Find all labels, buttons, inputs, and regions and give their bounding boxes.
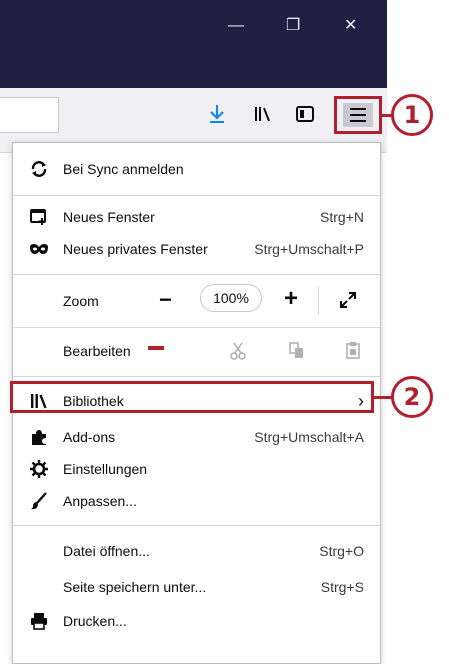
callout-1: 1 [391,94,433,136]
menu-item-sync[interactable]: Bei Sync anmelden [13,153,380,185]
copy-icon[interactable] [289,342,305,363]
menu-item-label: Drucken... [63,613,127,629]
shortcut-label: Strg+Umschalt+A [254,429,364,445]
library-highlight [10,381,374,413]
window-titlebar: — ❐ ✕ [0,0,387,88]
restore-button[interactable]: ❐ [286,18,300,34]
private-mask-icon [29,240,49,258]
menu-item-label: Bei Sync anmelden [63,161,184,177]
menu-separator [13,195,380,196]
zoom-label: Zoom [63,293,99,309]
menu-item-label: Datei öffnen... [63,543,150,559]
shortcut-label: Strg+O [319,543,364,559]
menu-item-private-window[interactable]: Neues privates Fenster Strg+Umschalt+P [13,233,380,265]
menu-item-new-window[interactable]: Neues Fenster Strg+N [13,201,380,233]
annotation-mark [148,346,164,350]
new-window-icon [29,208,49,226]
menu-item-label: Neues Fenster [63,209,155,225]
menu-item-label: Neues privates Fenster [63,241,208,257]
menu-item-label: Add-ons [63,429,116,445]
menu-item-print[interactable]: Drucken... [13,605,380,637]
edit-label: Bearbeiten [63,343,131,359]
puzzle-piece-icon [29,428,49,446]
menu-item-open-file[interactable]: Datei öffnen... Strg+O [13,535,380,567]
menu-button-highlight [334,96,382,134]
menu-separator [13,376,380,377]
close-button[interactable]: ✕ [344,18,357,34]
minimize-button[interactable]: — [228,18,244,34]
menu-item-label: Anpassen... [63,493,137,509]
fullscreen-icon[interactable] [339,291,357,312]
menu-item-addons[interactable]: Add-ons Strg+Umschalt+A [13,421,380,453]
hamburger-menu-button[interactable] [343,103,373,127]
library-icon[interactable] [251,102,275,126]
menu-separator [13,327,380,328]
menu-item-save-page[interactable]: Seite speichern unter... Strg+S [13,571,380,603]
zoom-in-button[interactable]: + [284,285,298,313]
cut-icon[interactable] [230,342,246,363]
menu-separator [13,274,380,275]
shortcut-label: Strg+S [320,579,364,595]
shortcut-label: Strg+Umschalt+P [254,241,364,257]
menu-item-edit: Bearbeiten [13,335,380,367]
printer-icon [29,612,49,630]
download-icon[interactable] [205,102,229,126]
menu-item-label: Seite speichern unter... [63,579,207,595]
paintbrush-icon [29,492,49,510]
menu-separator [13,525,380,526]
sync-icon [29,160,49,178]
zoom-divider [318,287,319,315]
url-bar[interactable] [0,97,59,133]
menu-item-zoom: Zoom − 100% + [13,284,380,317]
menu-item-settings[interactable]: Einstellungen [13,453,380,485]
zoom-out-button[interactable]: − [159,287,172,313]
shortcut-label: Strg+N [320,209,364,225]
gear-icon [29,460,49,478]
menu-item-customize[interactable]: Anpassen... [13,485,380,517]
paste-icon[interactable] [346,341,360,362]
callout-2: 2 [391,376,433,418]
sidebar-icon[interactable] [293,102,317,126]
menu-item-label: Einstellungen [63,461,148,477]
zoom-reset-button[interactable]: 100% [200,284,262,312]
hamburger-menu-icon [350,108,366,122]
